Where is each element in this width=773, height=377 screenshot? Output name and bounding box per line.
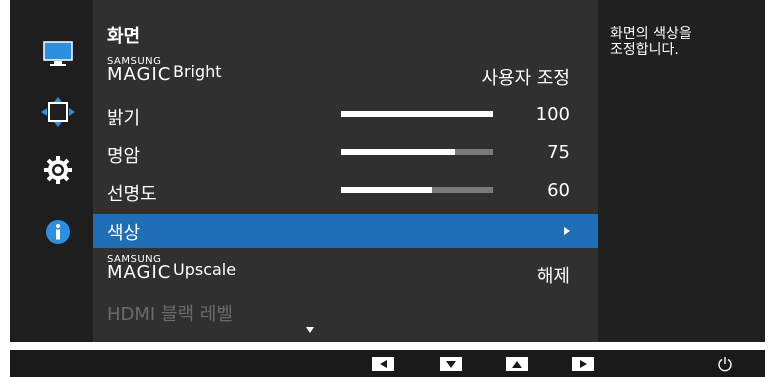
monitor-icon[interactable] — [38, 38, 78, 70]
menu-item-color[interactable]: 색상 — [93, 214, 598, 248]
bottom-button-bar — [10, 350, 765, 377]
sharpness-value: 60 — [547, 180, 570, 201]
magic-bright-value: 사용자 조정 — [481, 68, 570, 89]
settings-gear-icon[interactable] — [38, 154, 78, 186]
brightness-label: 밝기 — [107, 108, 141, 129]
left-arrow-icon[interactable] — [372, 357, 394, 371]
brightness-value: 100 — [535, 104, 570, 125]
sharpness-label: 선명도 — [107, 184, 157, 205]
scroll-down-icon[interactable] — [306, 327, 314, 333]
menu-title: 화면 — [107, 26, 141, 47]
description-panel: 화면의 색상을 조정합니다. — [598, 0, 765, 342]
menu-item-hdmi-black-level: HDMI 블랙 레벨 — [93, 292, 598, 329]
contrast-slider[interactable] — [341, 149, 493, 155]
menu-item-magic-bright[interactable]: SAMSUNG MAGIC Bright 사용자 조정 — [93, 56, 598, 93]
brightness-slider[interactable] — [341, 111, 493, 117]
contrast-label: 명암 — [107, 146, 141, 167]
menu-item-contrast[interactable]: 명암 75 — [93, 134, 598, 171]
menu-item-sharpness[interactable]: 선명도 60 — [93, 172, 598, 209]
hdmi-black-level-label: HDMI 블랙 레벨 — [107, 304, 233, 325]
chevron-right-icon — [564, 227, 570, 235]
menu-panel: 화면 SAMSUNG MAGIC Bright 사용자 조정 밝기 100 명암… — [93, 0, 598, 342]
up-arrow-icon[interactable] — [506, 357, 528, 371]
menu-item-brightness[interactable]: 밝기 100 — [93, 96, 598, 133]
sharpness-slider[interactable] — [341, 187, 493, 193]
info-icon[interactable] — [38, 216, 78, 248]
power-icon[interactable] — [717, 356, 733, 372]
down-arrow-icon[interactable] — [440, 357, 462, 371]
magic-upscale-value: 해제 — [536, 266, 570, 287]
menu-item-magic-upscale[interactable]: SAMSUNG MAGIC Upscale 해제 — [93, 254, 598, 291]
contrast-value: 75 — [547, 142, 570, 163]
position-icon[interactable] — [38, 96, 78, 128]
right-arrow-icon[interactable] — [572, 357, 594, 371]
color-label: 색상 — [107, 223, 141, 244]
description-text: 화면의 색상을 조정합니다. — [610, 26, 692, 58]
